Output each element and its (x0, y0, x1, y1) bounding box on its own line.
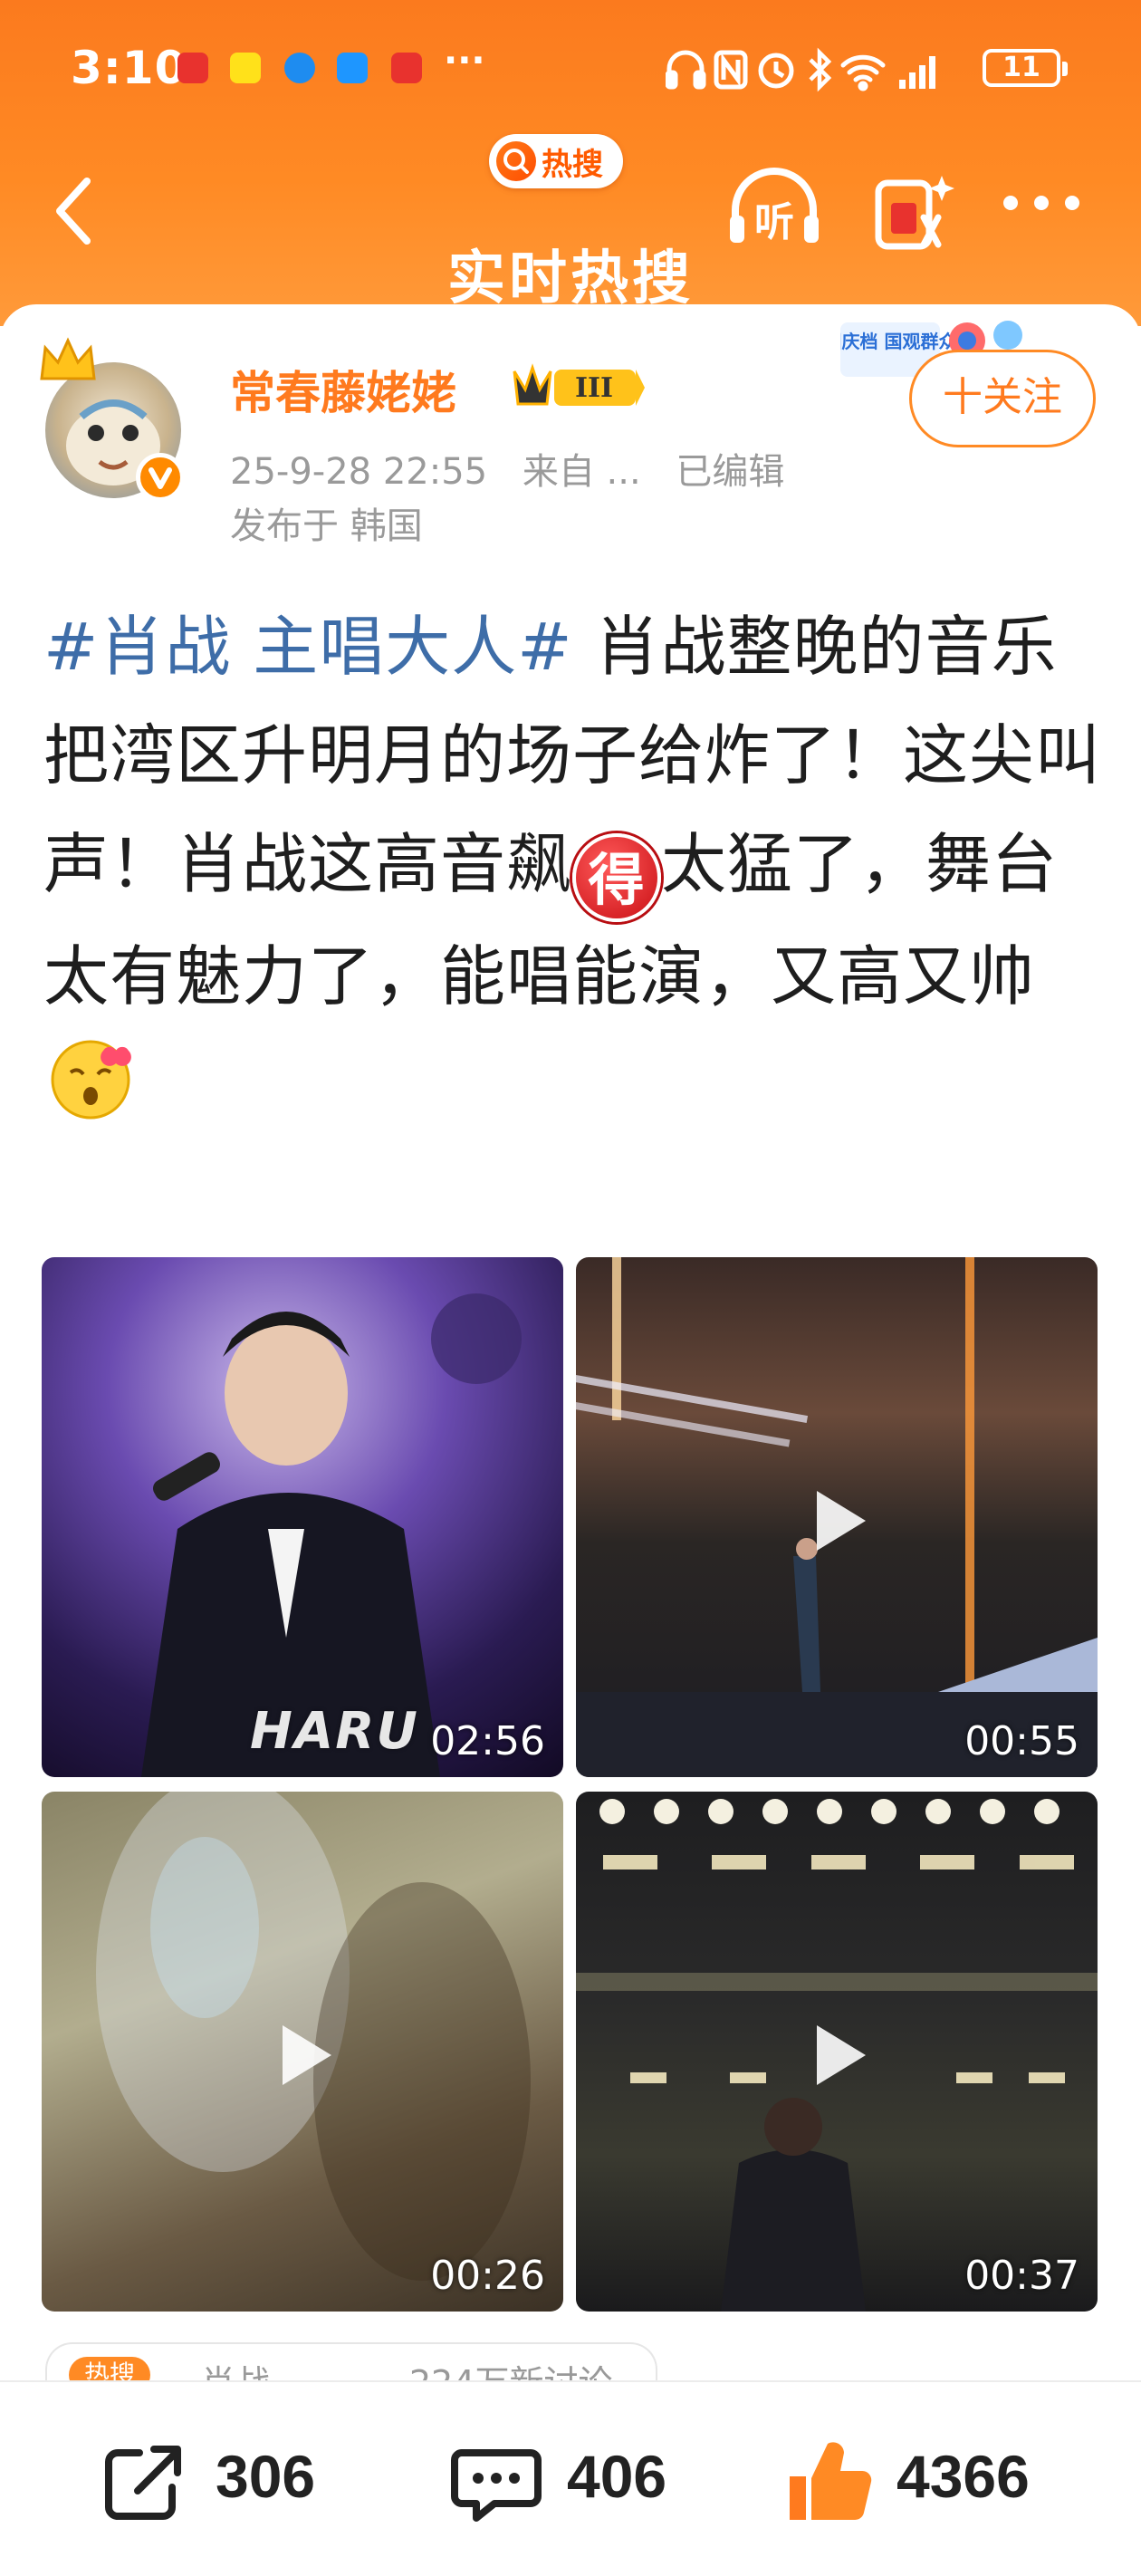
touched-face-emoji-icon (51, 1040, 131, 1120)
ai-assistant-button[interactable] (869, 163, 960, 266)
huawei-app-icon (177, 53, 208, 83)
media-tile-1[interactable]: HARU 02:56 (42, 1257, 563, 1777)
media-tile-3[interactable]: 00:26 (42, 1792, 563, 2312)
bluetooth-icon (809, 47, 832, 92)
more-notifications-icon: ··· (444, 40, 485, 82)
red-packet-icon (875, 176, 954, 250)
post-datetime: 25-9-28 22:55 (230, 451, 488, 493)
play-icon (817, 2025, 866, 2085)
vip-level-badge: III (513, 363, 645, 406)
more-icon (1003, 196, 1079, 210)
post-location: 发布于 韩国 (230, 505, 423, 547)
emoji-de-icon: 得 (572, 833, 662, 922)
nfc-icon (714, 50, 748, 90)
singer-photo (141, 1293, 522, 1777)
level-text: III (575, 372, 613, 404)
status-icons (666, 47, 935, 92)
post-body: #肖战 主唱大人# 肖战整晚的音乐把湾区升明月的场子给炸了！这尖叫声！肖战这高音… (43, 592, 1112, 1140)
more-options-button[interactable] (996, 185, 1087, 225)
crown-icon (40, 337, 96, 380)
headphones-listen-icon: 听 (730, 168, 819, 245)
browser-app-icon (284, 53, 315, 83)
alarm-icon (758, 53, 794, 89)
verified-badge-icon (136, 453, 185, 502)
action-bar: 306 406 4366 (0, 2380, 1141, 2576)
video-duration: 00:26 (430, 2253, 545, 2299)
post-meta: 25-9-28 22:55 来自 ... 已编辑 (230, 442, 808, 495)
search-icon (496, 141, 536, 181)
hot-search-badge[interactable]: 热搜 (489, 134, 623, 188)
hot-search-label: 热搜 (542, 147, 603, 183)
wifi-icon (840, 54, 886, 91)
status-time: 3:10 (71, 42, 187, 94)
video-duration: 02:56 (430, 1718, 545, 1764)
comment-count: 406 (567, 2443, 667, 2510)
comment-icon (451, 2449, 542, 2522)
comment-button[interactable]: 406 (449, 2437, 721, 2527)
hashtag-link[interactable]: #肖战 主唱大人# (43, 609, 573, 685)
nav-bar: 热搜 实时热搜 听 (0, 118, 1141, 326)
play-icon (817, 1491, 866, 1551)
media-tile-4[interactable]: 00:37 (576, 1792, 1098, 2312)
repost-button[interactable]: 306 (98, 2437, 351, 2527)
signal-icon (899, 56, 935, 89)
media-grid: HARU 02:56 00:55 00:26 00:37 (42, 1257, 1098, 2322)
listen-label: 听 (754, 199, 794, 245)
huawei-store-icon (391, 53, 422, 83)
headphones-icon (666, 50, 706, 90)
like-button[interactable]: 4366 (781, 2437, 1088, 2527)
status-bar: 3:10 ··· 11 (0, 36, 1141, 109)
repost-count: 306 (216, 2443, 316, 2510)
post-source: 来自 ... (522, 451, 641, 493)
username[interactable]: 常春藤姥姥 (230, 357, 456, 422)
page-title: 实时热搜 (447, 245, 694, 312)
share-icon (105, 2446, 181, 2520)
battery-indicator: 11 (983, 49, 1068, 87)
video-duration: 00:37 (964, 2253, 1079, 2299)
thumbs-up-icon (790, 2442, 872, 2521)
chat-app-icon (230, 53, 261, 83)
follow-button[interactable]: 十关注 (909, 350, 1096, 447)
message-app-icon (337, 53, 368, 83)
play-icon (283, 2025, 331, 2085)
video-duration: 00:55 (964, 1718, 1079, 1764)
media-tile-2[interactable]: 00:55 (576, 1257, 1098, 1777)
like-count: 4366 (896, 2443, 1030, 2510)
media-watermark: HARU (250, 1702, 419, 1761)
festival-badge-text: 国庆档 国观群众 (840, 331, 956, 352)
post-card: 常春藤姥姥 III 25-9-28 22:55 来自 ... 已编辑 发布于 韩… (0, 304, 1141, 2397)
post-edited: 已编辑 (676, 451, 785, 493)
listen-button[interactable]: 听 (724, 163, 824, 266)
